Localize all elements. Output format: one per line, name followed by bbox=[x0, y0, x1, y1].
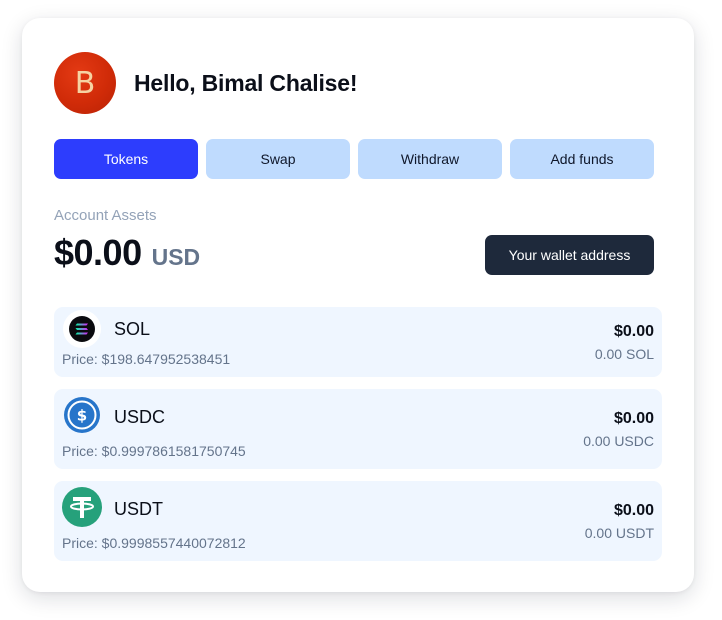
token-symbol: USDT bbox=[114, 499, 163, 519]
tab-swap[interactable]: Swap bbox=[206, 139, 350, 179]
token-price: Price: $0.9997861581750745 bbox=[62, 443, 246, 459]
wallet-card: B Hello, Bimal Chalise! Tokens Swap With… bbox=[22, 18, 694, 592]
usdc-icon: $ bbox=[62, 395, 102, 435]
balance-amount: $0.00 bbox=[54, 232, 142, 273]
token-amount: 0.00 SOL bbox=[594, 346, 654, 362]
usdt-icon bbox=[62, 487, 102, 527]
token-row-usdc[interactable]: $ USDC Price: $0.9997861581750745 $0.00 … bbox=[54, 389, 662, 469]
svg-text:$: $ bbox=[77, 407, 87, 425]
token-row-usdt[interactable]: USDT Price: $0.9998557440072812 $0.00 0.… bbox=[54, 481, 662, 561]
user-header: B Hello, Bimal Chalise! bbox=[54, 52, 358, 114]
greeting: Hello, Bimal Chalise! bbox=[134, 69, 358, 96]
total-balance: $0.00 USD bbox=[54, 232, 200, 274]
token-row-sol[interactable]: SOL Price: $198.647952538451 $0.00 0.00 … bbox=[54, 307, 662, 377]
token-price: Price: $198.647952538451 bbox=[62, 351, 231, 367]
token-symbol: SOL bbox=[114, 319, 151, 339]
tab-withdraw[interactable]: Withdraw bbox=[358, 139, 502, 179]
avatar: B bbox=[54, 52, 116, 114]
wallet-address-button[interactable]: Your wallet address bbox=[485, 235, 654, 275]
balance-currency: USD bbox=[151, 244, 201, 270]
token-value: $0.00 bbox=[613, 323, 654, 340]
token-value: $0.00 bbox=[613, 502, 654, 519]
sol-icon bbox=[63, 310, 101, 348]
tab-add-funds[interactable]: Add funds bbox=[510, 139, 654, 179]
token-price: Price: $0.9998557440072812 bbox=[62, 535, 246, 551]
token-symbol: USDC bbox=[114, 407, 166, 427]
token-amount: 0.00 USDT bbox=[584, 525, 654, 541]
token-value: $0.00 bbox=[613, 410, 654, 427]
account-assets-label: Account Assets bbox=[54, 207, 157, 224]
tab-tokens[interactable]: Tokens bbox=[54, 139, 198, 179]
token-list: SOL Price: $198.647952538451 $0.00 0.00 … bbox=[54, 307, 662, 573]
token-amount: 0.00 USDC bbox=[583, 433, 654, 449]
tab-bar: Tokens Swap Withdraw Add funds bbox=[54, 139, 654, 179]
